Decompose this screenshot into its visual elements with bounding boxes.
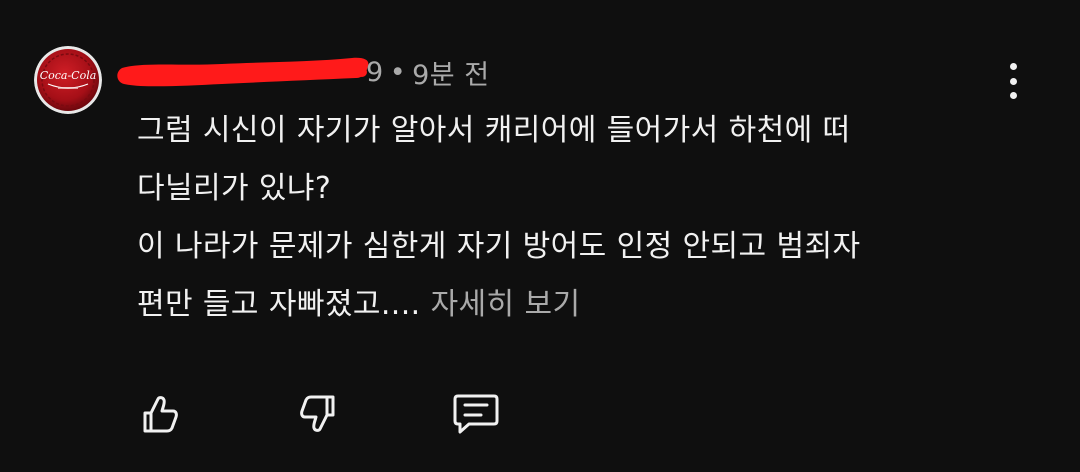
comment-icon xyxy=(453,394,499,434)
reply-button[interactable] xyxy=(452,390,500,438)
comment-body: 그럼 시신이 자기가 알아서 캐리어에 들어가서 하천에 떠 다닐리가 있냐? … xyxy=(137,102,1027,334)
thumbs-up-icon xyxy=(143,396,178,433)
comment-actions xyxy=(136,390,500,438)
more-vertical-icon xyxy=(1009,63,1017,70)
avatar[interactable]: Coca-Cola xyxy=(34,46,102,114)
comment-meta: 9 • 9분 전 xyxy=(366,54,490,91)
comment-line-4-wrap: 편만 들고 자빠졌고.... 자세히 보기 xyxy=(137,276,1027,334)
author-name-redacted xyxy=(112,48,374,98)
coca-cola-bottle-cap-avatar: Coca-Cola xyxy=(34,46,102,114)
dislike-button[interactable] xyxy=(294,390,342,438)
comment-item: Coca-Cola 9 • 9분 전 그럼 시신이 자기가 알아서 캐리어에 들… xyxy=(0,0,1080,472)
like-button[interactable] xyxy=(136,390,184,438)
comment-timestamp: 9분 전 xyxy=(412,59,490,91)
avatar-brand-text: Coca-Cola xyxy=(40,69,97,82)
more-options-button[interactable] xyxy=(996,60,1030,102)
comment-line-4: 편만 들고 자빠졌고.... xyxy=(137,287,421,322)
meta-separator: • xyxy=(389,56,407,88)
comment-line-2: 다닐리가 있냐? xyxy=(137,171,332,206)
comment-line-3: 이 나라가 문제가 심한게 자기 방어도 인정 안되고 범죄자 xyxy=(137,229,861,264)
comment-line-1: 그럼 시신이 자기가 알아서 캐리어에 들어가서 하천에 떠 xyxy=(137,113,851,148)
meta-partial-text: 9 xyxy=(366,56,384,88)
thumbs-down-icon xyxy=(300,395,335,432)
read-more-link[interactable]: 자세히 보기 xyxy=(431,287,581,322)
